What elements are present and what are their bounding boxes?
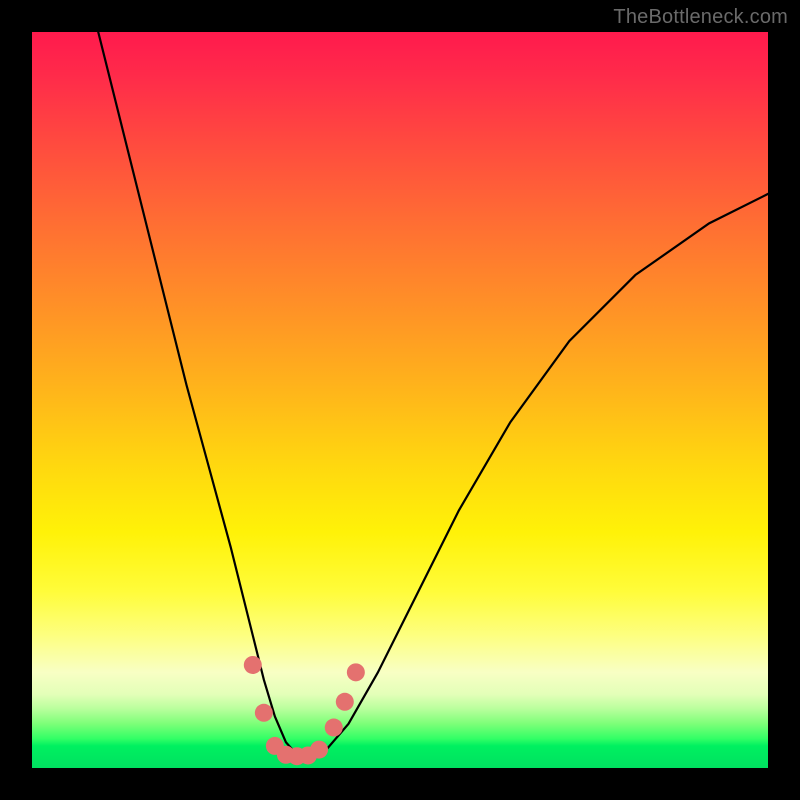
highlight-marker bbox=[310, 741, 328, 759]
highlight-marker bbox=[255, 704, 273, 722]
highlight-marker bbox=[244, 656, 262, 674]
chart-plot-area bbox=[32, 32, 768, 768]
bottleneck-curve bbox=[98, 32, 768, 757]
highlight-marker bbox=[347, 663, 365, 681]
highlight-marker bbox=[325, 719, 343, 737]
chart-frame: TheBottleneck.com bbox=[0, 0, 800, 800]
watermark-text: TheBottleneck.com bbox=[613, 6, 788, 29]
chart-svg bbox=[32, 32, 768, 768]
highlight-marker bbox=[336, 693, 354, 711]
